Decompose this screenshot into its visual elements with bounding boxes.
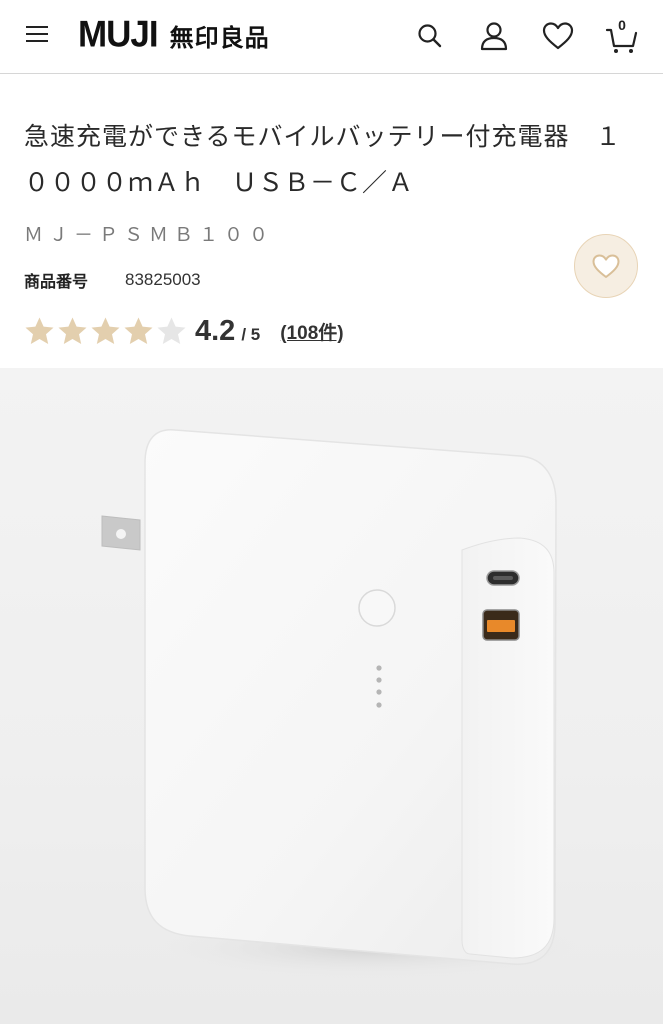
rating-score: 4.2 [195,314,236,347]
product-model: ＭＪ－ＰＳＭＢ１００ [24,224,275,246]
heart-icon [592,254,620,278]
star-empty-icon [157,317,186,344]
power-bank-illustration [101,429,580,978]
search-icon [418,24,442,48]
star-filled-icon [58,317,87,344]
cart-button[interactable]: 0 [602,16,642,56]
search-button[interactable] [410,16,450,56]
site-header: MUJI 無印良品 0 [0,0,663,74]
star-rating [24,316,187,346]
product-rating: 4.2 / 5 (108件) [24,312,344,350]
heart-icon [542,22,574,50]
product-number: 商品番号 83825003 [24,268,201,292]
favorites-button[interactable] [538,16,578,56]
rating-max: / 5 [241,325,261,344]
product-number-value: 83825003 [125,270,201,289]
account-button[interactable] [474,16,514,56]
muji-logo[interactable]: MUJI 無印良品 [78,12,270,58]
logo-text-en: MUJI [78,14,159,55]
star-filled-icon [91,317,120,344]
cart-count: 0 [618,17,626,33]
favorite-toggle-button[interactable] [574,234,638,298]
star-filled-icon [124,317,153,344]
product-number-label: 商品番号 [24,272,89,291]
product-image[interactable] [0,368,663,1024]
review-count-link[interactable]: (108件) [280,318,343,345]
account-icon [480,22,508,51]
product-title: 急速充電ができるモバイルバッテリー付充電器 １００００ｍＡｈ ＵＳＢ－Ｃ／Ａ [24,122,622,197]
star-filled-icon [25,317,54,344]
menu-icon[interactable] [26,24,50,44]
logo-text-jp: 無印良品 [169,23,270,52]
